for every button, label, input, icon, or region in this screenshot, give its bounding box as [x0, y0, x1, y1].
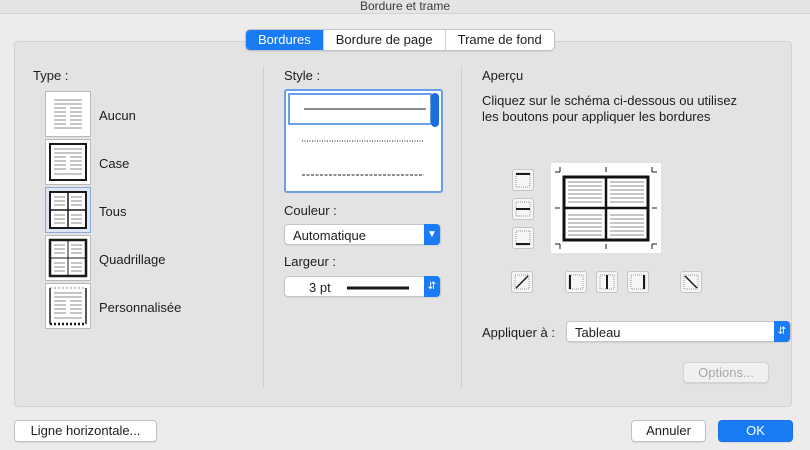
window-title: Bordure et trame [0, 0, 810, 14]
width-heading: Largeur : [284, 254, 337, 269]
inside-vertical-border-button[interactable] [596, 271, 618, 293]
type-heading: Type : [33, 68, 69, 83]
type-box-icon[interactable] [45, 139, 91, 185]
diagonal-down-border-button[interactable] [680, 271, 702, 293]
options-button[interactable]: Options... [683, 362, 769, 383]
bottom-border-button[interactable] [512, 227, 534, 249]
right-border-button[interactable] [627, 271, 649, 293]
type-all-icon[interactable] [45, 187, 91, 233]
type-custom-icon[interactable] [45, 283, 91, 329]
tab-bordure-de-page[interactable]: Bordure de page [322, 30, 445, 50]
apply-to-value: Tableau [575, 325, 621, 340]
inside-horizontal-border-button[interactable] [512, 198, 534, 220]
type-none-label[interactable]: Aucun [99, 108, 136, 123]
left-border-button[interactable] [565, 271, 587, 293]
width-line-preview [347, 286, 409, 290]
diagonal-up-border-button[interactable] [511, 271, 533, 293]
width-select-value: 3 pt [309, 280, 331, 295]
type-box-label[interactable]: Case [99, 156, 129, 171]
style-list-scrollbar[interactable] [431, 93, 439, 127]
column-divider-left [263, 66, 264, 388]
chevron-down-icon: ▼ [424, 224, 440, 245]
tab-bar: Bordures Bordure de page Trame de fond [245, 29, 555, 51]
apply-to-label: Appliquer à : [482, 325, 555, 340]
stepper-arrows-icon: ⇵ [774, 321, 790, 342]
color-select[interactable]: Automatique ▼ [284, 224, 441, 245]
column-divider-right [461, 66, 462, 388]
line-style-list[interactable] [284, 89, 443, 193]
line-style-solid[interactable] [288, 93, 432, 125]
type-custom-label[interactable]: Personnalisée [99, 300, 181, 315]
line-style-dashed[interactable] [288, 159, 432, 191]
type-grid-icon[interactable] [45, 235, 91, 281]
cancel-button[interactable]: Annuler [631, 420, 706, 442]
preview-instructions-line2: les boutons pour appliquer les bordures [482, 109, 711, 124]
preview-instructions-line1: Cliquez sur le schéma ci-dessous ou util… [482, 93, 738, 108]
line-style-dotted[interactable] [288, 127, 432, 159]
apply-to-select[interactable]: Tableau ⇵ [566, 321, 791, 342]
color-heading: Couleur : [284, 203, 337, 218]
style-heading: Style : [284, 68, 321, 83]
type-none-icon[interactable] [45, 91, 91, 137]
tab-bordures[interactable]: Bordures [246, 30, 323, 50]
preview-heading: Aperçu [482, 68, 524, 83]
stepper-arrows-icon: ⇵ [424, 276, 440, 297]
tab-trame-de-fond[interactable]: Trame de fond [444, 30, 554, 50]
ok-button[interactable]: OK [718, 420, 793, 442]
width-select[interactable]: 3 pt ⇵ [284, 276, 441, 297]
border-preview-diagram[interactable] [551, 163, 661, 253]
type-all-label[interactable]: Tous [99, 204, 126, 219]
top-border-button[interactable] [512, 169, 534, 191]
horizontal-line-button[interactable]: Ligne horizontale... [14, 420, 157, 442]
color-select-value: Automatique [293, 228, 366, 243]
type-grid-label[interactable]: Quadrillage [99, 252, 166, 267]
